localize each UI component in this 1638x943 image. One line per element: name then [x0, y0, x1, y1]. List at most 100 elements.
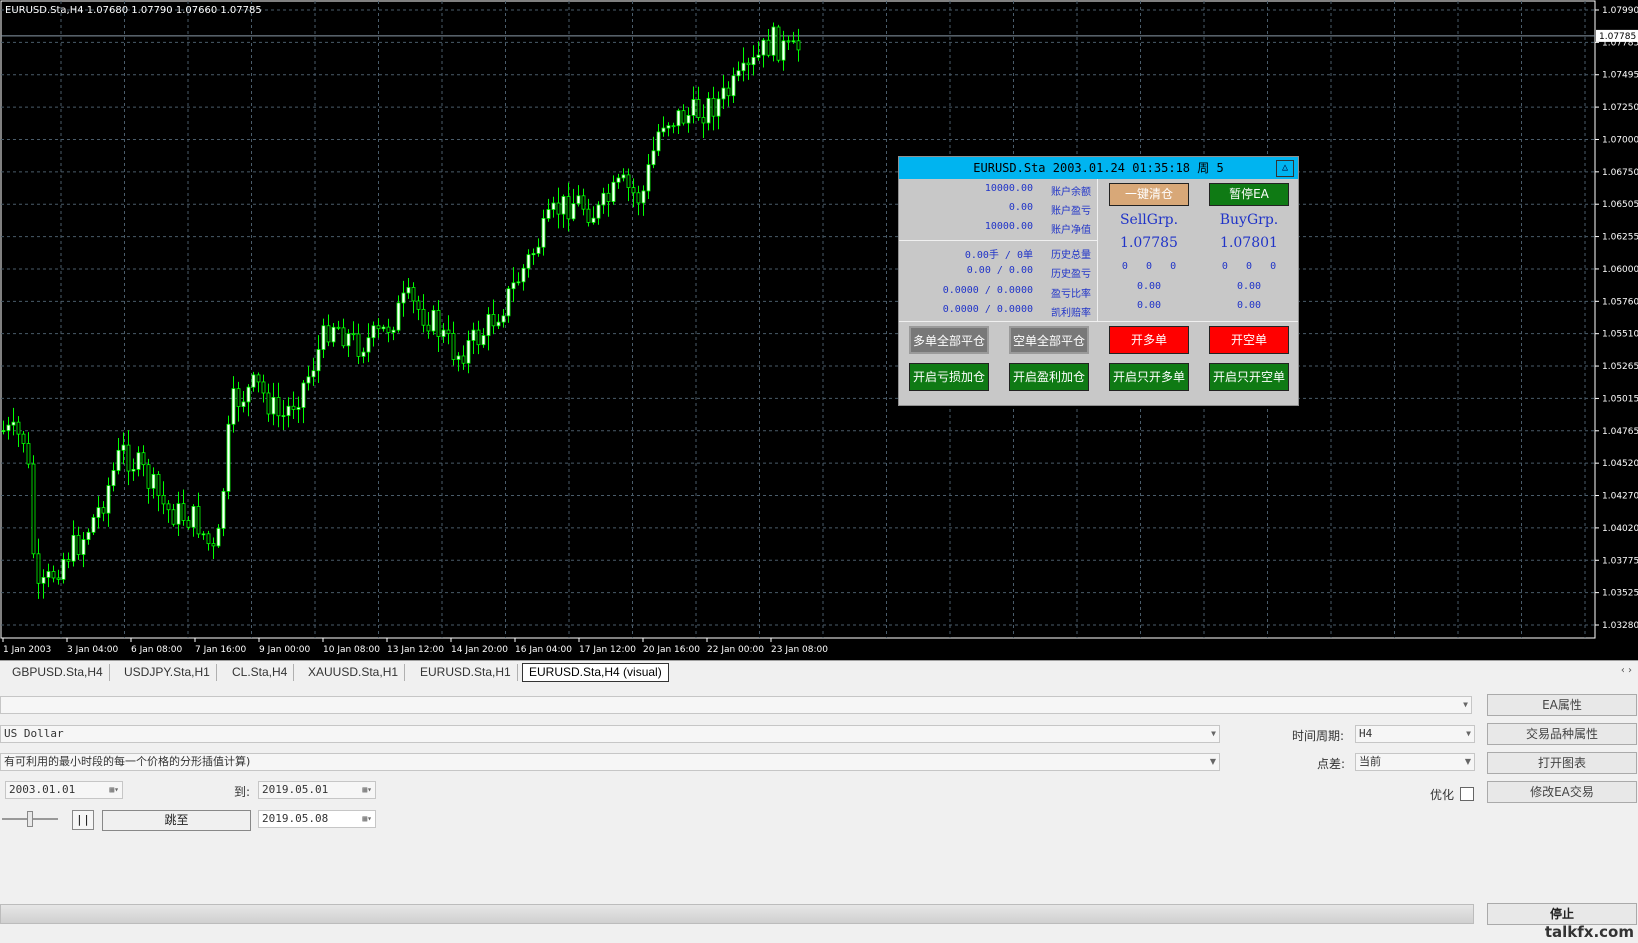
kelly-row: 0.0000 / 0.0000 凯利赔率	[942, 304, 1091, 319]
candle-body	[356, 333, 361, 357]
close-all-long-button[interactable]: 多单全部平仓	[909, 326, 989, 354]
candle-body	[726, 87, 731, 97]
candle-body	[471, 329, 476, 341]
from-date-field[interactable]: 2003.01.01 ▦▾	[5, 781, 123, 799]
tab-xauusd-h1[interactable]: XAUUSD.Sta,H1	[302, 664, 406, 681]
candle-body	[351, 333, 356, 336]
calendar-icon[interactable]: ▦▾	[362, 782, 372, 798]
price-chart[interactable]: 1.07990 1.07785 1.07495 1.07250 1.07000 1.067…	[0, 0, 1638, 660]
candle-body	[701, 117, 706, 124]
optimize-checkbox[interactable]	[1460, 787, 1474, 801]
candle-body	[476, 329, 481, 346]
optimize-label: 优化	[1430, 788, 1455, 802]
candle-body	[221, 490, 226, 529]
candle-body	[781, 40, 786, 61]
calendar-icon[interactable]: ▦▾	[362, 811, 372, 827]
symbol-info: EURUSD.Sta,H4 1.07680 1.07790 1.07660 1.…	[5, 5, 262, 16]
price-label: 1.05265	[1602, 362, 1638, 372]
candle-body	[271, 397, 276, 415]
candle-body	[301, 382, 306, 408]
to-date-field[interactable]: 2019.05.01 ▦▾	[258, 781, 376, 799]
pause-button[interactable]: | |	[72, 810, 94, 830]
candle-body	[11, 421, 16, 426]
time-label: 13 Jan 12:00	[387, 645, 444, 655]
close-all-button[interactable]: 一键清仓	[1109, 183, 1189, 206]
close-all-short-button[interactable]: 空单全部平仓	[1009, 326, 1089, 354]
enable-profit-add-button[interactable]: 开启盈利加仓	[1009, 363, 1089, 391]
price-label: 1.04020	[1602, 524, 1638, 534]
price-label: 1.03775	[1602, 556, 1638, 566]
stop-button[interactable]: 停止	[1487, 903, 1637, 925]
current-price-label: 1.07785	[1599, 32, 1636, 42]
only-long-button[interactable]: 开启只开多单	[1109, 363, 1189, 391]
open-chart-button[interactable]: 打开图表	[1487, 752, 1637, 774]
tab-usdjpy-h1[interactable]: USDJPY.Sta,H1	[118, 664, 217, 681]
candle-body	[436, 309, 441, 337]
price-label: 1.06255	[1602, 233, 1638, 243]
slider-thumb[interactable]	[27, 811, 33, 827]
time-label: 14 Jan 20:00	[451, 645, 508, 655]
open-long-button[interactable]: 开多单	[1109, 326, 1189, 354]
modify-ea-button[interactable]: 修改EA交易	[1487, 781, 1637, 803]
candle-body	[646, 164, 651, 192]
jump-button[interactable]: 跳至	[102, 810, 251, 831]
collapse-icon[interactable]: △	[1276, 160, 1294, 177]
tab-eurusd-h1[interactable]: EURUSD.Sta,H1	[414, 664, 518, 681]
candle-body	[96, 507, 101, 518]
candle-body	[386, 326, 391, 333]
candle-body	[311, 370, 316, 378]
jump-date-field[interactable]: 2019.05.08 ▦▾	[258, 810, 376, 828]
candle-body	[441, 329, 446, 337]
chart-tabs: GBPUSD.Sta,H4 USDJPY.Sta,H1 CL.Sta,H4 XA…	[0, 660, 1638, 683]
model-select[interactable]: 有可利用的最小时段的每一个价格的分形插值计算) ▼	[0, 753, 1220, 771]
candle-body	[586, 208, 591, 223]
candle-body	[681, 110, 686, 124]
candle-body	[106, 485, 111, 514]
spread-select[interactable]: 当前 ▼	[1355, 753, 1475, 771]
candle-body	[101, 507, 106, 514]
tab-eurusd-h4-visual[interactable]: EURUSD.Sta,H4 (visual)	[522, 663, 669, 682]
calendar-icon[interactable]: ▦▾	[109, 782, 119, 798]
period-label: 时间周期:	[1292, 729, 1345, 743]
period-select[interactable]: H4 ▼	[1355, 725, 1475, 743]
candle-body	[721, 87, 726, 100]
chart-canvas[interactable]: 1.07990 1.07785 1.07495 1.07250 1.07000 1.067…	[0, 0, 1638, 660]
candle-body	[26, 443, 31, 465]
candle-body	[631, 187, 636, 194]
ea-properties-button[interactable]: EA属性	[1487, 694, 1637, 716]
candle-body	[771, 26, 776, 56]
enable-loss-add-button[interactable]: 开启亏损加仓	[909, 363, 989, 391]
symbol-select[interactable]: US Dollar ▼	[0, 725, 1220, 743]
tab-scroll-arrows-icon[interactable]: ‹ ›	[1621, 665, 1632, 676]
only-short-button[interactable]: 开启只开空单	[1209, 363, 1289, 391]
divider	[1097, 179, 1098, 321]
candle-body	[261, 381, 266, 394]
candle-body	[276, 397, 281, 417]
candle-body	[16, 421, 21, 435]
candle-body	[486, 314, 491, 336]
candle-body	[121, 444, 126, 451]
candle-body	[86, 531, 91, 540]
candle-body	[786, 40, 791, 43]
candle-body	[46, 571, 51, 578]
candle-body	[591, 217, 596, 223]
candle-body	[391, 329, 396, 333]
candle-body	[736, 70, 741, 77]
pause-ea-button[interactable]: 暂停EA	[1209, 183, 1289, 206]
expert-select[interactable]: ▼	[0, 696, 1472, 714]
candle-body	[641, 190, 646, 204]
time-label: 22 Jan 00:00	[707, 645, 764, 655]
symbol-properties-button[interactable]: 交易品种属性	[1487, 723, 1637, 745]
dropdown-arrow-icon: ▼	[1466, 729, 1471, 738]
speed-slider[interactable]	[2, 809, 58, 829]
buy-price: 1.07801	[1220, 235, 1278, 251]
tab-cl-h4[interactable]: CL.Sta,H4	[226, 664, 295, 681]
candle-body	[131, 469, 136, 472]
sell-value: 0.00	[1136, 281, 1162, 292]
tab-gbpusd-h4[interactable]: GBPUSD.Sta,H4	[6, 664, 110, 681]
candle-body	[256, 374, 261, 383]
ea-panel-title: EURUSD.Sta 2003.01.24 01:35:18 周 5	[899, 157, 1298, 179]
candle-body	[741, 62, 746, 72]
open-short-button[interactable]: 开空单	[1209, 326, 1289, 354]
time-label: 6 Jan 08:00	[131, 645, 183, 655]
